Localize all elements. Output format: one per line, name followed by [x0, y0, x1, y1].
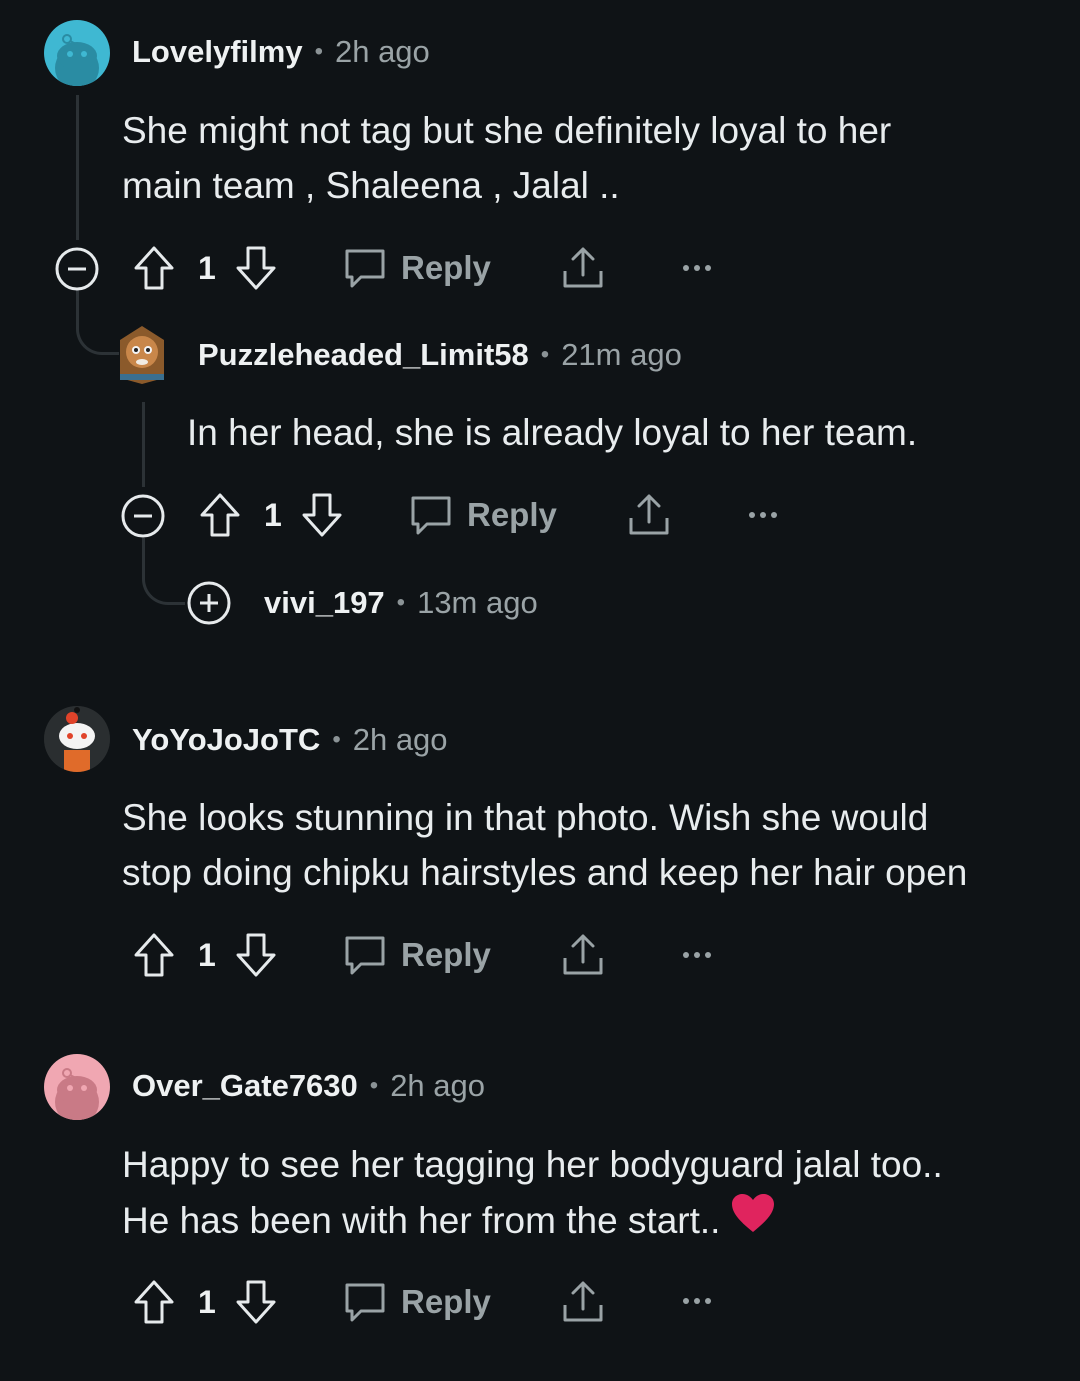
comment-line: stop doing chipku hairstyles and keep he…	[122, 852, 968, 893]
username[interactable]: vivi_197	[264, 585, 385, 621]
reply-button[interactable]: Reply	[343, 246, 491, 290]
expand-button[interactable]	[186, 580, 232, 626]
upvote-arrow-icon[interactable]	[198, 491, 242, 539]
reply-button[interactable]: Reply	[343, 1280, 491, 1324]
collapse-button[interactable]	[120, 493, 166, 539]
downvote-arrow-icon[interactable]	[234, 1278, 278, 1326]
downvote-arrow-icon[interactable]	[234, 931, 278, 979]
snoo-avatar-icon	[44, 706, 110, 772]
reply-button[interactable]: Reply	[409, 493, 557, 537]
upvote-arrow-icon[interactable]	[132, 244, 176, 292]
avatar[interactable]	[112, 320, 172, 386]
speech-bubble-icon	[343, 933, 387, 977]
speech-bubble-icon	[343, 1280, 387, 1324]
share-button[interactable]	[560, 932, 606, 978]
comment-line: Happy to see her tagging her bodyguard j…	[122, 1144, 943, 1185]
comment-line: main team , Shaleena , Jalal ..	[122, 165, 620, 206]
timestamp: 2h ago	[390, 1068, 486, 1103]
snoo-avatar-icon	[120, 326, 164, 384]
comment-line: In her head, she is already loyal to her…	[187, 412, 918, 453]
share-icon	[626, 492, 672, 538]
thread-line	[142, 402, 145, 487]
separator-dot: •	[314, 38, 323, 65]
speech-bubble-icon	[343, 246, 387, 290]
more-button[interactable]	[682, 945, 712, 965]
expand-plus-icon	[186, 580, 232, 626]
more-button[interactable]	[682, 1291, 712, 1311]
reply-label: Reply	[401, 249, 491, 286]
downvote-arrow-icon[interactable]	[300, 491, 344, 539]
share-button[interactable]	[560, 245, 606, 291]
more-dots-icon	[682, 258, 712, 278]
comment-body: She might not tag but she definitely loy…	[122, 103, 1062, 213]
username[interactable]: Lovelyfilmy	[132, 34, 303, 70]
snoo-avatar-icon	[55, 34, 99, 86]
share-icon	[560, 1279, 606, 1325]
comment-line: He has been with her from the start..	[122, 1192, 1062, 1249]
speech-bubble-icon	[409, 493, 453, 537]
upvote-arrow-icon[interactable]	[132, 1278, 176, 1326]
comment-body: In her head, she is already loyal to her…	[187, 405, 1057, 460]
thread-curve	[142, 538, 185, 605]
avatar[interactable]	[44, 20, 110, 86]
thread-line	[76, 95, 79, 240]
separator-dot: •	[369, 1072, 379, 1099]
collapse-minus-icon	[54, 246, 100, 292]
share-button[interactable]	[560, 1279, 606, 1325]
more-button[interactable]	[748, 505, 778, 525]
more-dots-icon	[748, 505, 778, 525]
separator-dot: •	[540, 341, 550, 368]
separator-dot: •	[396, 589, 406, 616]
username[interactable]: YoYoJoJoTC	[132, 722, 320, 758]
upvote-arrow-icon[interactable]	[132, 931, 176, 979]
reply-label: Reply	[401, 1283, 491, 1320]
share-button[interactable]	[626, 492, 672, 538]
more-dots-icon	[682, 1291, 712, 1311]
collapse-button[interactable]	[54, 246, 100, 292]
downvote-arrow-icon[interactable]	[234, 244, 278, 292]
reply-button[interactable]: Reply	[343, 933, 491, 977]
separator-dot: •	[332, 726, 341, 753]
collapse-minus-icon	[120, 493, 166, 539]
vote-count: 1	[198, 1283, 216, 1320]
avatar[interactable]	[44, 1054, 110, 1120]
comment-body: Happy to see her tagging her bodyguard j…	[122, 1137, 1062, 1249]
timestamp: 2h ago	[334, 34, 430, 69]
more-button[interactable]	[682, 258, 712, 278]
avatar[interactable]	[44, 706, 110, 772]
snoo-avatar-icon	[55, 1068, 99, 1120]
comment-line-text: He has been with her from the start..	[122, 1200, 721, 1241]
vote-count: 1	[198, 936, 216, 973]
timestamp: 13m ago	[417, 585, 538, 620]
comment-line: She looks stunning in that photo. Wish s…	[122, 797, 929, 838]
reply-label: Reply	[401, 936, 491, 973]
comment-body: She looks stunning in that photo. Wish s…	[122, 790, 1062, 900]
timestamp: 21m ago	[561, 337, 682, 372]
timestamp: 2h ago	[352, 722, 448, 757]
username[interactable]: Puzzleheaded_Limit58	[198, 337, 529, 373]
username[interactable]: Over_Gate7630	[132, 1068, 358, 1104]
more-dots-icon	[682, 945, 712, 965]
share-icon	[560, 932, 606, 978]
vote-count: 1	[198, 249, 216, 286]
vote-count: 1	[264, 496, 282, 533]
red-heart-emoji	[730, 1192, 776, 1249]
share-icon	[560, 245, 606, 291]
comment-line: She might not tag but she definitely loy…	[122, 110, 892, 151]
reply-label: Reply	[467, 496, 557, 533]
